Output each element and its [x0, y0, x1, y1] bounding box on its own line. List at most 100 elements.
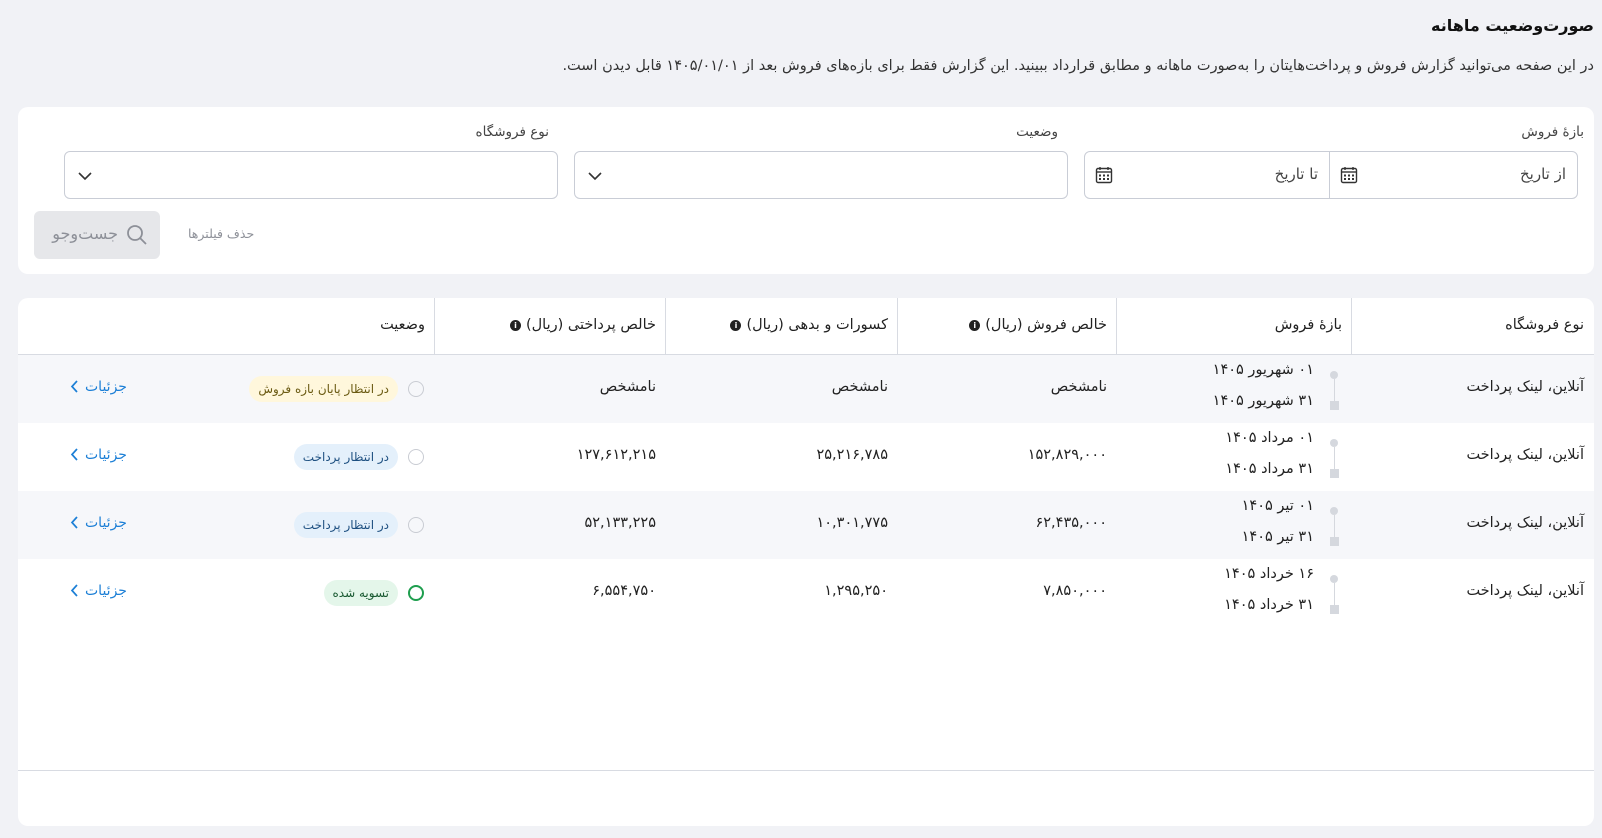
table-footer-divider [18, 770, 1594, 771]
search-button[interactable]: جست‌وجو [34, 211, 160, 259]
period-end: ۳۱ تیر ۱۴۰۵ [1241, 529, 1314, 545]
store-type-cell: آنلاین، لینک پرداخت [1466, 379, 1584, 395]
details-link-label: جزئیات [85, 447, 127, 463]
date-divider [1329, 152, 1330, 198]
chevron-down-icon [78, 172, 92, 181]
header-net-payment-label: خالص پرداختی (ریال) [525, 317, 656, 333]
table-row: آنلاین، لینک پرداخت ۰۱ تیر ۱۴۰۵ ۳۱ تیر ۱… [18, 491, 1594, 559]
to-date-input[interactable]: تا تاریخ [1085, 152, 1329, 198]
calendar-icon[interactable] [1095, 166, 1113, 184]
search-button-label: جست‌وجو [52, 224, 118, 243]
net-sales-cell: ۶۲,۴۳۵,۰۰۰ [1035, 515, 1107, 531]
net-payment-cell: نامشخص [599, 379, 656, 395]
header-store-type: نوع فروشگاه [1505, 317, 1584, 333]
period-end-marker [1330, 469, 1339, 478]
details-link-label: جزئیات [85, 515, 127, 531]
period-end-marker [1330, 605, 1339, 614]
header-status: وضعیت [380, 317, 425, 333]
column-divider [897, 298, 898, 355]
period-start: ۰۱ شهریور ۱۴۰۵ [1212, 362, 1314, 378]
store-type-cell: آنلاین، لینک پرداخت [1466, 447, 1584, 463]
store-type-cell: آنلاین، لینک پرداخت [1466, 515, 1584, 531]
status-indicator [408, 381, 424, 397]
deductions-cell: ۲۵,۲۱۶,۷۸۵ [816, 447, 888, 463]
clear-filters-link[interactable]: حذف فیلترها [188, 226, 254, 241]
period-start: ۰۱ تیر ۱۴۰۵ [1241, 498, 1314, 514]
header-sales-period: بازهٔ فروش [1274, 317, 1342, 333]
status-select[interactable] [574, 151, 1068, 199]
status-badge: در انتظار پرداخت [293, 512, 398, 538]
period-start-marker [1330, 575, 1338, 583]
chevron-left-icon [70, 380, 78, 393]
details-link[interactable]: جزئیات [70, 379, 127, 395]
period-end-marker [1330, 401, 1339, 410]
details-link[interactable]: جزئیات [70, 583, 127, 599]
from-date-input[interactable]: از تاریخ [1330, 152, 1577, 198]
chevron-down-icon [588, 172, 602, 181]
chevron-left-icon [70, 448, 78, 461]
status-indicator [408, 585, 424, 601]
date-range-field: از تاریخ تا تاریخ [1084, 151, 1578, 199]
period-start-marker [1330, 439, 1338, 447]
period-start-marker [1330, 507, 1338, 515]
net-payment-cell: ۱۲۷,۶۱۲,۲۱۵ [576, 447, 656, 463]
header-net-payment: خالص پرداختی (ریال) i [509, 298, 656, 355]
period-connector [1334, 379, 1335, 401]
column-divider [665, 298, 666, 355]
period-start-marker [1330, 371, 1338, 379]
details-link-label: جزئیات [85, 583, 127, 599]
period-start: ۱۶ خرداد ۱۴۰۵ [1224, 566, 1314, 582]
period-connector [1334, 447, 1335, 469]
column-divider [1351, 298, 1352, 355]
deductions-cell: ۱۰,۳۰۱,۷۷۵ [816, 515, 888, 531]
chevron-left-icon [70, 584, 78, 597]
period-end-marker [1330, 537, 1339, 546]
table-row: آنلاین، لینک پرداخت ۰۱ مرداد ۱۴۰۵ ۳۱ مرد… [18, 423, 1594, 491]
page-description: در این صفحه می‌توانید گزارش فروش و پرداخ… [562, 58, 1594, 74]
store-type-cell: آنلاین، لینک پرداخت [1466, 583, 1584, 599]
status-badge: تسویه شده [323, 580, 398, 606]
status-indicator [408, 517, 424, 533]
table-header: نوع فروشگاه بازهٔ فروش خالص فروش (ریال) i… [18, 298, 1594, 355]
table-row: آنلاین، لینک پرداخت ۱۶ خرداد ۱۴۰۵ ۳۱ خرد… [18, 559, 1594, 627]
period-connector [1334, 583, 1335, 605]
details-link[interactable]: جزئیات [70, 447, 127, 463]
period-connector [1334, 515, 1335, 537]
chevron-left-icon [70, 516, 78, 529]
header-net-sales-label: خالص فروش (ریال) [985, 317, 1107, 333]
store-type-select[interactable] [64, 151, 558, 199]
details-link[interactable]: جزئیات [70, 515, 127, 531]
deductions-cell: نامشخص [831, 379, 888, 395]
net-payment-cell: ۶,۵۵۴,۷۵۰ [592, 583, 656, 599]
period-end: ۳۱ مرداد ۱۴۰۵ [1225, 461, 1314, 477]
filter-panel: بازهٔ فروش وضعیت نوع فروشگاه از تاریخ تا… [18, 107, 1594, 274]
status-indicator [408, 449, 424, 465]
page-title: صورت‌وضعیت ماهانه [1431, 16, 1594, 35]
period-end: ۳۱ شهریور ۱۴۰۵ [1212, 393, 1314, 409]
net-sales-cell: ۱۵۲,۸۲۹,۰۰۰ [1027, 447, 1107, 463]
info-icon[interactable]: i [509, 320, 521, 331]
status-badge: در انتظار پرداخت [293, 444, 398, 470]
store-type-label: نوع فروشگاه [475, 124, 549, 140]
header-deductions-label: کسورات و بدهی (ریال) [746, 317, 888, 333]
column-divider [434, 298, 435, 355]
net-sales-cell: نامشخص [1050, 379, 1107, 395]
status-label: وضعیت [1016, 124, 1058, 140]
search-icon [127, 225, 147, 245]
net-sales-cell: ۷,۸۵۰,۰۰۰ [1043, 583, 1107, 599]
header-net-sales: خالص فروش (ریال) i [969, 298, 1107, 355]
period-start: ۰۱ مرداد ۱۴۰۵ [1225, 430, 1314, 446]
details-link-label: جزئیات [85, 379, 127, 395]
statements-table: نوع فروشگاه بازهٔ فروش خالص فروش (ریال) i… [18, 298, 1594, 826]
period-end: ۳۱ خرداد ۱۴۰۵ [1224, 597, 1314, 613]
column-divider [1116, 298, 1117, 355]
sales-period-label: بازهٔ فروش [1521, 124, 1584, 140]
info-icon[interactable]: i [969, 320, 981, 331]
deductions-cell: ۱,۲۹۵,۲۵۰ [824, 583, 888, 599]
calendar-icon[interactable] [1340, 166, 1358, 184]
net-payment-cell: ۵۲,۱۳۳,۲۲۵ [584, 515, 656, 531]
header-deductions: کسورات و بدهی (ریال) i [730, 298, 888, 355]
to-date-placeholder: تا تاریخ [1274, 165, 1318, 183]
from-date-placeholder: از تاریخ [1519, 165, 1566, 183]
info-icon[interactable]: i [730, 320, 742, 331]
